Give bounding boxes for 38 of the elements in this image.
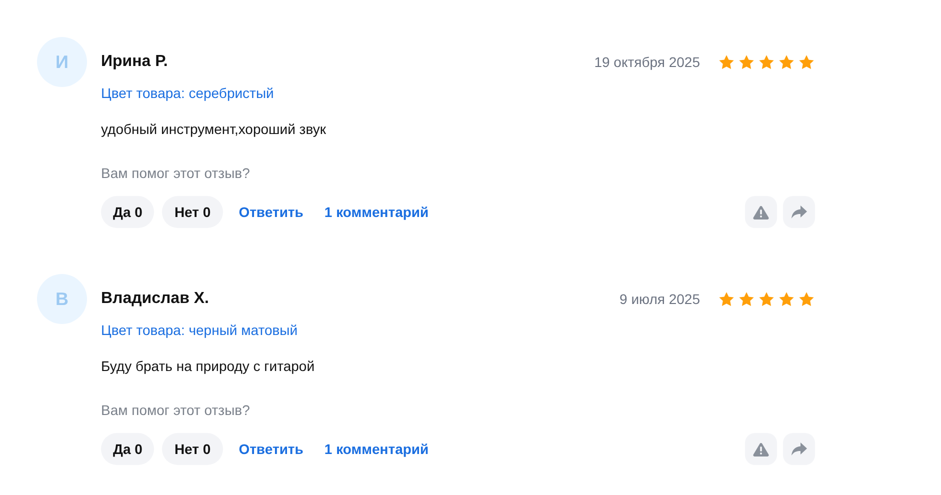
star-icon: [738, 291, 755, 307]
warning-icon: [753, 442, 769, 456]
product-variant: Цвет товара: серебристый: [101, 84, 274, 103]
yes-button[interactable]: Да 0: [101, 196, 154, 228]
share-button[interactable]: [783, 196, 815, 228]
share-arrow-icon: [791, 205, 807, 219]
star-icon: [798, 291, 815, 307]
warning-icon: [753, 204, 769, 220]
star-icon: [778, 291, 795, 307]
share-arrow-icon: [791, 442, 807, 456]
avatar: В: [37, 274, 87, 324]
share-button[interactable]: [783, 433, 815, 465]
reply-link[interactable]: Ответить: [238, 202, 304, 222]
review-date: 9 июля 2025: [620, 290, 700, 308]
helpful-question: Вам помог этот отзыв?: [101, 164, 250, 183]
star-icon: [798, 54, 815, 70]
no-button[interactable]: Нет 0: [162, 196, 223, 228]
author-name: Владислав Х.: [101, 289, 210, 309]
star-icon: [758, 54, 775, 70]
avatar: И: [37, 37, 87, 87]
comments-link[interactable]: 1 комментарий: [324, 438, 429, 460]
review-date: 19 октября 2025: [594, 52, 700, 72]
star-icon: [758, 291, 775, 307]
product-variant: Цвет товара: черный матовый: [101, 321, 298, 340]
star-icon: [718, 54, 735, 70]
no-button[interactable]: Нет 0: [162, 433, 223, 465]
author-name: Ирина Р.: [101, 52, 169, 72]
star-icon: [778, 54, 795, 70]
review-text: Буду брать на природу с гитарой: [101, 357, 315, 376]
review-text: удобный инструмент,хороший звук: [101, 120, 326, 139]
report-button[interactable]: [745, 196, 777, 228]
comments-link[interactable]: 1 комментарий: [324, 202, 429, 222]
helpful-question: Вам помог этот отзыв?: [101, 401, 250, 420]
star-icon: [718, 291, 735, 307]
yes-button[interactable]: Да 0: [101, 433, 154, 465]
star-icon: [738, 54, 755, 70]
reply-link[interactable]: Ответить: [238, 438, 304, 460]
report-button[interactable]: [745, 433, 777, 465]
